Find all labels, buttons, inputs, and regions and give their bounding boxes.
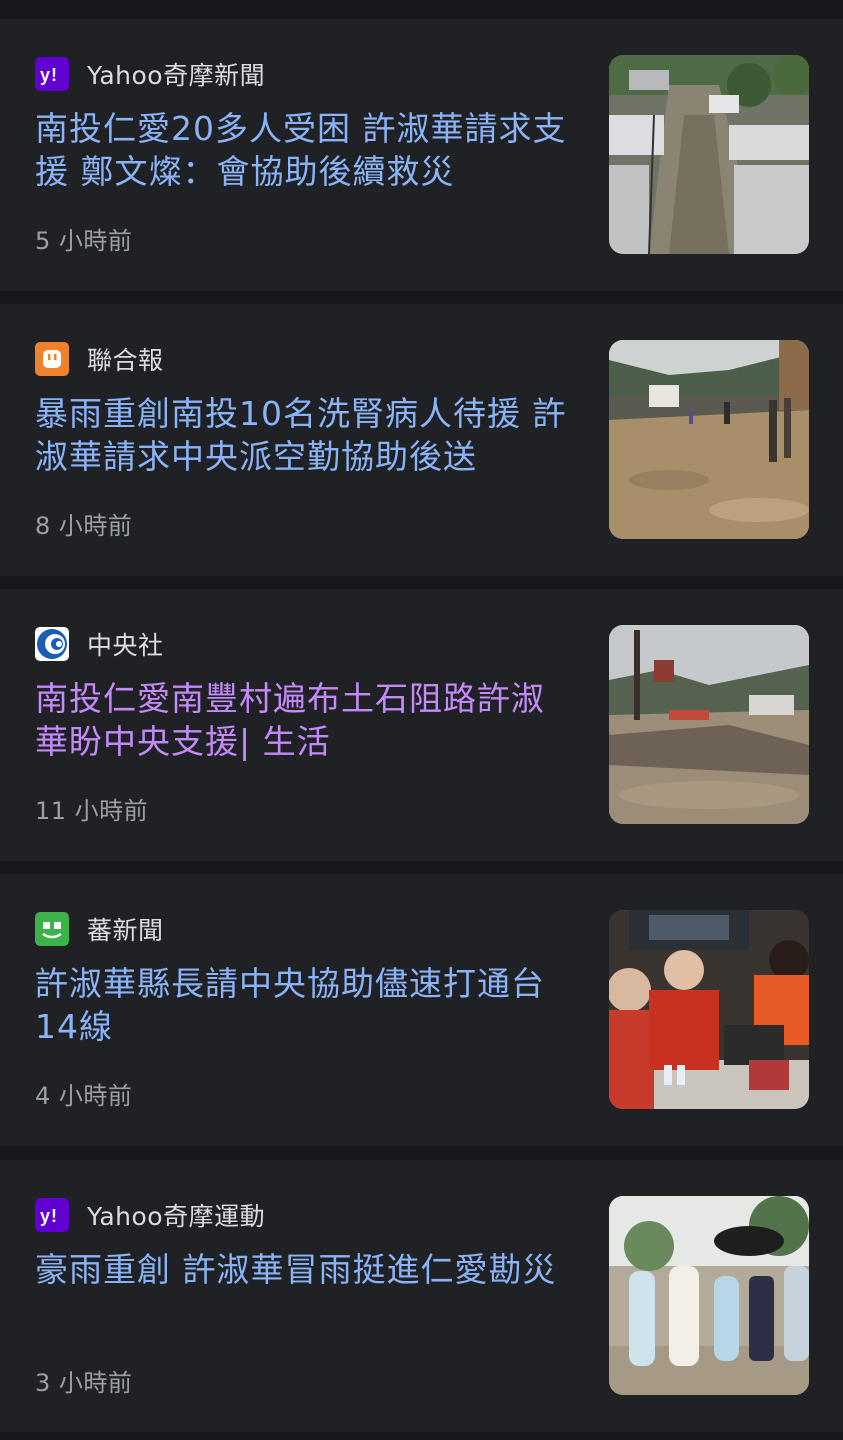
svg-text:y: y: [40, 1206, 50, 1226]
article-thumbnail[interactable]: [609, 55, 809, 254]
article-thumbnail[interactable]: [609, 910, 809, 1109]
timestamp: 3 小時前: [35, 1369, 133, 1397]
timestamp: 4 小時前: [35, 1082, 133, 1110]
timestamp: 11 小時前: [35, 797, 149, 825]
headline-link[interactable]: 暴雨重創南投10名洗腎病人待援 許淑華請求中央派空勤協助後送: [35, 392, 575, 478]
cna-icon: [35, 627, 69, 661]
source-row: 中央社: [35, 626, 164, 662]
headline-link[interactable]: 豪雨重創 許淑華冒雨挺進仁愛勘災: [35, 1248, 575, 1291]
news-card[interactable]: 聯合報 暴雨重創南投10名洗腎病人待援 許淑華請求中央派空勤協助後送 8 小時前: [0, 304, 843, 576]
article-thumbnail[interactable]: [609, 340, 809, 539]
source-row: 蕃新聞: [35, 911, 164, 947]
timestamp: 8 小時前: [35, 512, 133, 540]
news-card[interactable]: y ! Yahoo奇摩運動 豪雨重創 許淑華冒雨挺進仁愛勘災 3 小時前: [0, 1160, 843, 1432]
headline-link[interactable]: 許淑華縣長請中央協助儘速打通台14線: [35, 962, 575, 1048]
news-card[interactable]: 中央社 南投仁愛南豐村遍布土石阻路許淑華盼中央支援| 生活 11 小時前: [0, 589, 843, 861]
source-row: y ! Yahoo奇摩新聞: [35, 56, 265, 92]
source-row: 聯合報: [35, 341, 164, 377]
svg-text:!: !: [51, 65, 57, 85]
source-name: 蕃新聞: [87, 916, 164, 945]
news-feed: y ! Yahoo奇摩新聞 南投仁愛20多人受困 許淑華請求支援 鄭文燦：會協助…: [0, 0, 843, 1440]
news-card[interactable]: y ! Yahoo奇摩新聞 南投仁愛20多人受困 許淑華請求支援 鄭文燦：會協助…: [0, 19, 843, 291]
timestamp: 5 小時前: [35, 227, 133, 255]
source-row: y ! Yahoo奇摩運動: [35, 1197, 265, 1233]
udn-icon: [35, 342, 69, 376]
source-name: 中央社: [87, 631, 164, 660]
headline-link[interactable]: 南投仁愛南豐村遍布土石阻路許淑華盼中央支援| 生活: [35, 677, 575, 763]
yahoo-icon: y !: [35, 57, 69, 91]
headline-link[interactable]: 南投仁愛20多人受困 許淑華請求支援 鄭文燦：會協助後續救災: [35, 107, 575, 193]
article-thumbnail[interactable]: [609, 1196, 809, 1395]
source-name: Yahoo奇摩新聞: [87, 61, 266, 90]
svg-text:y: y: [40, 65, 50, 85]
source-name: Yahoo奇摩運動: [87, 1202, 266, 1231]
svg-text:!: !: [51, 1206, 57, 1226]
source-name: 聯合報: [87, 346, 164, 375]
news-card[interactable]: 蕃新聞 許淑華縣長請中央協助儘速打通台14線 4 小時前: [0, 874, 843, 1146]
article-thumbnail[interactable]: [609, 625, 809, 824]
taronews-icon: [35, 912, 69, 946]
yahoo-icon: y !: [35, 1198, 69, 1232]
